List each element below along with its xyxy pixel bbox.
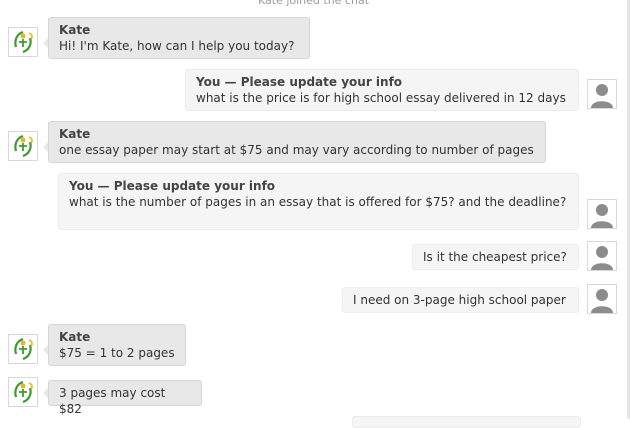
sender-name: You — Please update your info [69,179,276,193]
message-row: I need on 3-page high school paper [0,283,627,315]
message-text: 3 pages may cost $82 [59,386,166,416]
message-text: one essay paper may start at $75 and may… [59,143,534,157]
user-avatar [587,199,617,229]
partial-message-bubble [352,416,581,428]
message-row: You — Please update your info what is th… [0,173,627,230]
message-text: Hi! I'm Kate, how can I help you today? [59,39,295,53]
agent-avatar [8,377,38,407]
agent-logo-icon [14,337,33,361]
agent-logo-icon [14,380,33,404]
message-bubble: Kate $75 = 1 to 2 pages [48,324,186,366]
system-join-message: Kate joined the chat [257,0,370,7]
user-avatar [587,79,617,109]
sender-name: Kate [59,127,91,141]
user-silhouette-icon [588,285,616,313]
sender-name: Kate [59,330,91,344]
agent-avatar [8,131,38,161]
message-bubble: Kate Hi! I'm Kate, how can I help you to… [48,17,310,59]
message-row: You — Please update your info what is th… [0,69,627,111]
message-row: 3 pages may cost $82 [0,376,627,416]
user-avatar [587,241,617,271]
message-bubble: Kate one essay paper may start at $75 an… [48,121,546,163]
agent-avatar [8,27,38,57]
message-bubble: Is it the cheapest price? [412,244,579,270]
sender-name: You — Please update your info [196,75,403,89]
user-avatar [587,284,617,314]
message-text: Is it the cheapest price? [423,250,567,264]
user-silhouette-icon [588,242,616,270]
message-text: $75 = 1 to 2 pages [59,346,175,360]
message-bubble: 3 pages may cost $82 [48,380,202,416]
message-text: what is the number of pages in an essay … [69,195,567,209]
message-text: what is the price is for high school ess… [196,91,566,105]
user-silhouette-icon [588,200,616,228]
message-bubble: I need on 3-page high school paper [342,287,579,313]
message-bubble: You — Please update your info what is th… [58,173,579,230]
message-row: Kate one essay paper may start at $75 an… [0,121,627,163]
message-row: Kate Hi! I'm Kate, how can I help you to… [0,17,627,59]
message-bubble: You — Please update your info what is th… [185,69,579,111]
message-text: I need on 3-page high school paper [353,293,566,307]
user-silhouette-icon [588,80,616,108]
sender-name: Kate [59,23,91,37]
agent-avatar [8,334,38,364]
agent-logo-icon [14,30,33,54]
message-row: Kate $75 = 1 to 2 pages [0,324,627,366]
agent-logo-icon [14,134,33,158]
message-row: Is it the cheapest price? [0,240,627,272]
